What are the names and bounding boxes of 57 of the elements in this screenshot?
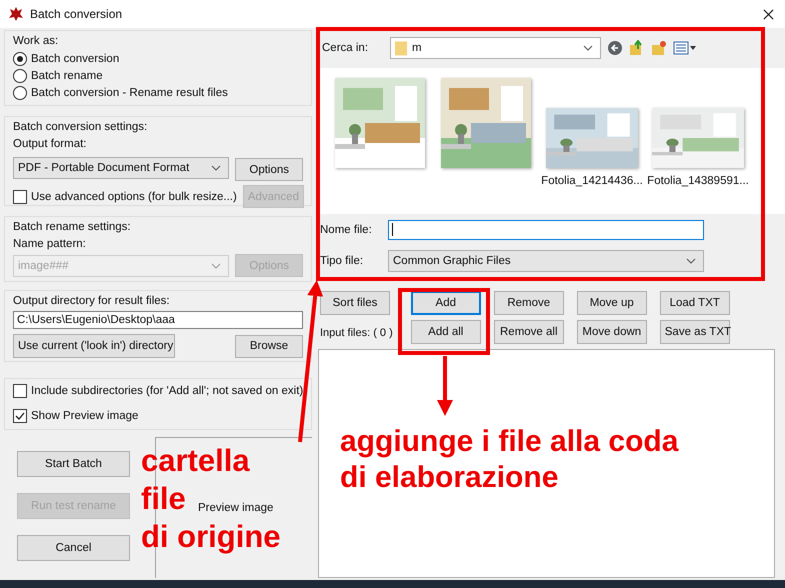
view-menu-icon[interactable] xyxy=(673,40,697,56)
annotation-text: di origine xyxy=(141,518,280,556)
path-field[interactable]: C:\Users\Eugenio\Desktop\aaa xyxy=(13,311,303,329)
field-label: Nome file: xyxy=(320,224,373,236)
list-button[interactable]: Add xyxy=(410,291,481,315)
list-button[interactable]: Add all xyxy=(410,320,481,344)
checkmark-icon xyxy=(14,410,26,422)
app-logo-icon xyxy=(8,6,24,22)
input-files-label: Input files: ( 0 ) xyxy=(320,327,393,339)
group-title: Batch rename settings: xyxy=(13,220,132,234)
new-folder-icon[interactable] xyxy=(651,40,667,56)
file-type-dropdown[interactable]: Common Graphic Files xyxy=(388,250,704,272)
file-thumbnail[interactable]: Fotolia_14389591... xyxy=(648,76,748,187)
chevron-down-icon xyxy=(583,45,593,51)
group-title: Batch conversion settings: xyxy=(13,120,148,134)
field-label: Name pattern: xyxy=(13,237,87,251)
annotation-text: cartella xyxy=(141,442,250,480)
list-button[interactable]: Move down xyxy=(576,320,647,344)
format-dropdown[interactable]: PDF - Portable Document Format xyxy=(13,156,230,178)
field-label: Cerca in: xyxy=(322,42,370,54)
chevron-down-icon xyxy=(211,164,222,170)
field-label: Tipo file: xyxy=(320,254,364,266)
options-button[interactable]: Options xyxy=(235,158,303,181)
window-title: Batch conversion xyxy=(30,7,124,21)
file-caption: Fotolia_14389591... xyxy=(647,175,749,187)
preview-label: Preview image xyxy=(198,502,274,514)
group-title: Output directory for result files: xyxy=(13,294,171,308)
browse-button[interactable]: Browse xyxy=(235,334,303,358)
file-caption: Fotolia_14214436... xyxy=(541,175,643,187)
option-checkbox[interactable]: Include subdirectories (for 'Add all'; not saved on exit) xyxy=(13,382,303,400)
action-button[interactable]: Start Batch xyxy=(17,451,130,477)
field-label: Output format: xyxy=(13,137,88,151)
radio-option[interactable]: Batch conversion xyxy=(13,51,303,68)
option-checkbox[interactable]: Show Preview image xyxy=(13,408,303,425)
annotation-arrow xyxy=(437,356,453,416)
folder-icon xyxy=(395,40,408,56)
sort-files-button[interactable]: Sort files xyxy=(320,291,390,315)
use-current-button[interactable]: Use current ('look in') directory xyxy=(13,334,175,358)
file-name-field[interactable] xyxy=(388,220,704,240)
file-thumbnail[interactable]: Fotolia_14214436... xyxy=(542,76,642,187)
group-title: Work as: xyxy=(13,34,60,48)
list-button[interactable]: Move up xyxy=(576,291,647,315)
back-icon[interactable] xyxy=(607,40,623,56)
chevron-down-icon xyxy=(211,262,222,268)
radio-option[interactable]: Batch conversion - Rename result files xyxy=(13,84,303,102)
list-button[interactable]: Save as TXT xyxy=(660,320,730,344)
list-button[interactable]: Remove all xyxy=(494,320,564,344)
chevron-down-icon xyxy=(686,258,696,264)
folder-dropdown[interactable]: m xyxy=(390,37,601,59)
radio-option[interactable]: Batch rename xyxy=(13,68,303,84)
annotation-text: aggiunge i file alla coda di elaborazione xyxy=(340,424,678,496)
advanced-checkbox[interactable]: Use advanced options (for bulk resize...) xyxy=(13,187,237,206)
list-button[interactable]: Remove xyxy=(494,291,564,315)
list-button[interactable]: Load TXT xyxy=(660,291,730,315)
close-icon[interactable] xyxy=(763,8,774,20)
action-button[interactable]: Cancel xyxy=(17,535,130,561)
annotation-text: file xyxy=(141,480,186,518)
